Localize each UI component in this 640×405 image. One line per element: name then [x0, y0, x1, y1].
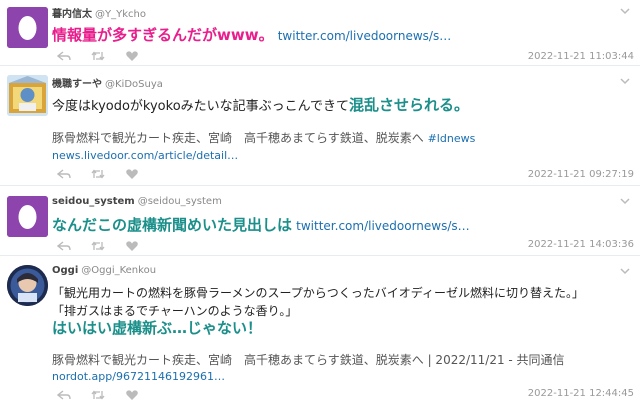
avatar-egg-icon[interactable] [7, 7, 48, 48]
reply-icon[interactable] [57, 240, 71, 252]
news-title: 豚骨燃料で観光カート疾走、宮崎 高千穂あまてらす鉄道、脱炭素へ #ldnews [52, 131, 476, 145]
like-icon[interactable] [125, 168, 139, 180]
chevron-down-icon[interactable] [620, 266, 630, 276]
news-link[interactable]: news.livedoor.com/article/detail… [52, 149, 238, 162]
timestamp[interactable]: 2022-11-21 11:03:44 [528, 51, 634, 62]
news-link[interactable]: nordot.app/96721146192961… [52, 370, 225, 383]
avatar-image[interactable] [7, 265, 48, 306]
like-icon[interactable] [125, 389, 139, 401]
chevron-down-icon[interactable] [620, 6, 630, 16]
tweet-text: 情報量が多すぎるんだがwww。 twitter.com/livedoornews… [52, 26, 452, 44]
like-icon[interactable] [125, 240, 139, 252]
quote-line-1: 「観光用カートの燃料を豚骨ラーメンのスープからつくったバイオディーゼル燃料に切り… [52, 286, 584, 300]
timestamp[interactable]: 2022-11-21 09:27:19 [528, 169, 634, 180]
reply-icon[interactable] [57, 389, 71, 401]
chevron-down-icon[interactable] [620, 196, 630, 206]
timestamp[interactable]: 2022-11-21 12:44:45 [528, 388, 634, 399]
user-handle[interactable]: @KiDoSuya [105, 79, 163, 90]
reply-icon[interactable] [57, 168, 71, 180]
user-handle[interactable]: @Oggi_Kenkou [81, 265, 156, 276]
tweet-text: 今度はkyodoがkyokoみたいな記事ぶっこんできて混乱させられる。 [52, 96, 470, 114]
news-link-row: news.livedoor.com/article/detail… [52, 148, 238, 163]
avatar-image[interactable] [7, 75, 48, 116]
tweet-4: Oggi @Oggi_Kenkou 「観光用カートの燃料を豚骨ラーメンのスープから… [0, 256, 640, 405]
tweet-link[interactable]: twitter.com/livedoornews/s… [296, 219, 470, 233]
user-name[interactable]: 機職すーや @KiDoSuya [52, 75, 163, 90]
avatar-egg-icon[interactable] [7, 196, 48, 237]
retweet-icon[interactable] [91, 50, 105, 62]
retweet-icon[interactable] [91, 389, 105, 401]
user-handle[interactable]: @Y_Ykcho [95, 9, 146, 20]
tweet-text: なんだこの虚構新聞めいた見出しは twitter.com/livedoornew… [52, 216, 470, 234]
tweet-3: seidou_system @seidou_system なんだこの虚構新聞めいた… [0, 186, 640, 256]
retweet-icon[interactable] [91, 168, 105, 180]
news-title: 豚骨燃料で観光カート疾走、宮崎 高千穂あまてらす鉄道、脱炭素へ | 2022/1… [52, 353, 565, 367]
timestamp[interactable]: 2022-11-21 14:03:36 [528, 239, 634, 250]
user-handle[interactable]: @seidou_system [138, 196, 222, 207]
tweet-link[interactable]: twitter.com/livedoornews/s… [278, 29, 452, 43]
like-icon[interactable] [125, 50, 139, 62]
retweet-icon[interactable] [91, 240, 105, 252]
tweet-text: はいはい虚構新ぶ…じゃない！ [52, 319, 263, 337]
hashtag-link[interactable]: #ldnews [428, 132, 476, 145]
user-name[interactable]: Oggi @Oggi_Kenkou [52, 265, 156, 276]
tweet-1: 暮内信太 @Y_Ykcho 情報量が多すぎるんだがwww。 twitter.com… [0, 0, 640, 66]
tweet-2: 機職すーや @KiDoSuya 今度はkyodoがkyokoみたいな記事ぶっこんで… [0, 66, 640, 186]
user-name[interactable]: seidou_system @seidou_system [52, 196, 222, 207]
reply-icon[interactable] [57, 50, 71, 62]
news-link-row: nordot.app/96721146192961… [52, 369, 225, 384]
user-name[interactable]: 暮内信太 @Y_Ykcho [52, 5, 146, 20]
chevron-down-icon[interactable] [620, 76, 630, 86]
